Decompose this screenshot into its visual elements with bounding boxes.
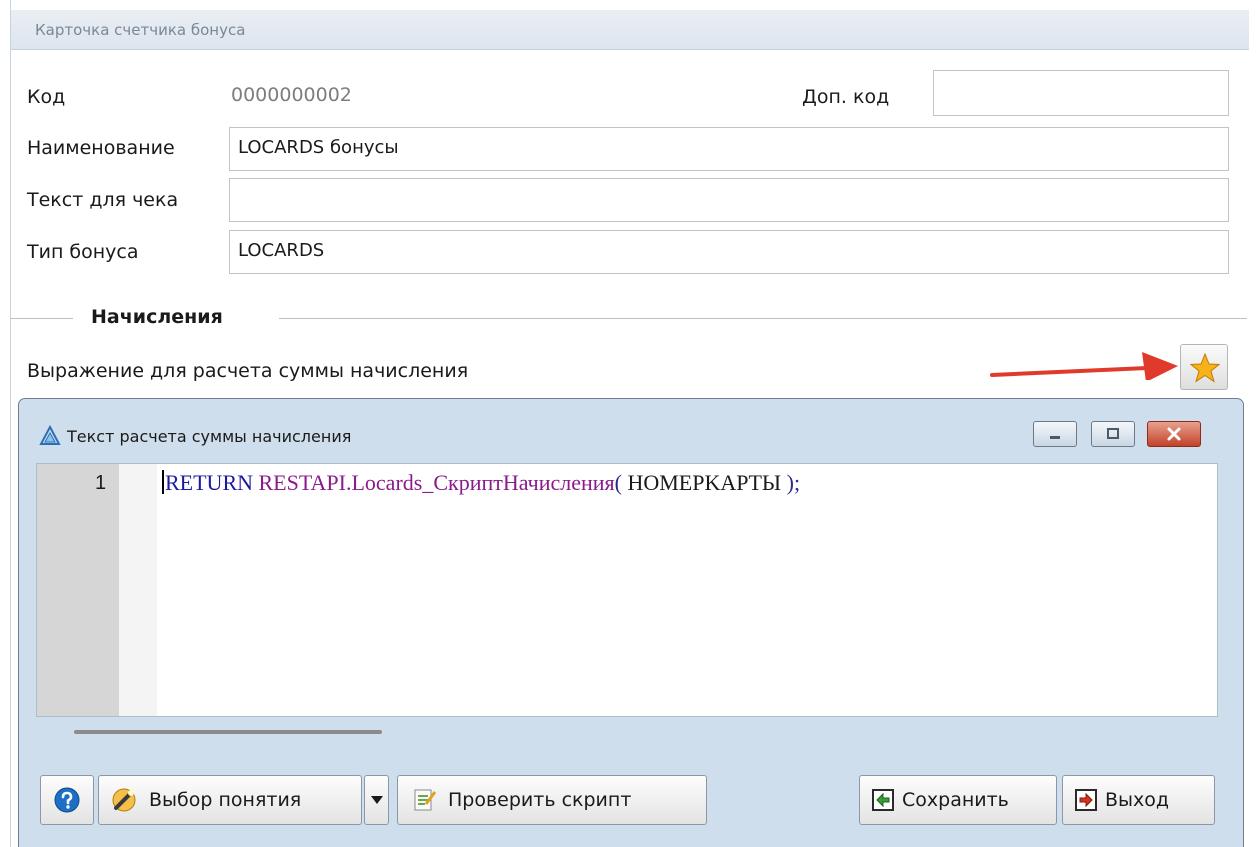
- text-caret: [162, 470, 164, 494]
- bonus-type-field[interactable]: LOCARDS: [229, 230, 1229, 274]
- expression-label: Выражение для расчета суммы начисления: [27, 360, 469, 382]
- select-concept-dropdown[interactable]: [364, 775, 389, 825]
- exit-label: Выход: [1105, 789, 1170, 811]
- chevron-down-icon: [371, 796, 383, 804]
- exit-icon: [1075, 789, 1097, 811]
- help-button[interactable]: [40, 775, 94, 825]
- dialog-title: Текст расчета суммы начисления: [67, 427, 352, 446]
- code-label: Код: [27, 86, 66, 108]
- annotation-arrow-icon: [990, 352, 1178, 380]
- bonus-type-label: Тип бонуса: [27, 241, 139, 263]
- name-label: Наименование: [27, 137, 175, 159]
- code-function: RESTAPI.Locards_СкриптНачисления: [258, 470, 615, 495]
- magic-wand-icon: [112, 788, 136, 812]
- exit-button[interactable]: Выход: [1062, 775, 1215, 825]
- close-icon: [1167, 427, 1181, 441]
- code-editor[interactable]: 1 RETURN RESTAPI.Locards_СкриптНачислени…: [36, 463, 1218, 717]
- section-divider-right: [279, 318, 1247, 319]
- receipt-text-label: Текст для чека: [27, 189, 179, 211]
- expression-edit-button[interactable]: [1180, 344, 1228, 390]
- code-open-paren: (: [614, 470, 622, 495]
- help-icon: [54, 787, 80, 813]
- save-label: Сохранить: [902, 789, 1009, 811]
- maximize-icon: [1107, 428, 1119, 439]
- select-concept-button[interactable]: Выбор понятия: [98, 775, 362, 825]
- save-button[interactable]: Сохранить: [859, 775, 1057, 825]
- code-line[interactable]: RETURN RESTAPI.Locards_СкриптНачисления(…: [162, 470, 800, 496]
- star-icon: [1190, 353, 1220, 383]
- minimize-button[interactable]: [1033, 421, 1077, 447]
- select-concept-label: Выбор понятия: [149, 789, 302, 811]
- extra-code-field[interactable]: [933, 70, 1229, 116]
- code-close: );: [786, 470, 801, 495]
- line-number: 1: [95, 472, 107, 494]
- section-divider-left: [11, 318, 73, 319]
- save-icon: [872, 789, 894, 811]
- minimize-icon: [1050, 436, 1060, 439]
- check-script-button[interactable]: Проверить скрипт: [397, 775, 707, 825]
- extra-code-label: Доп. код: [802, 86, 890, 108]
- accruals-section-title: Начисления: [91, 306, 223, 328]
- script-editor-dialog: Текст расчета суммы начисления 1 RETURN …: [18, 398, 1244, 847]
- code-value: 0000000002: [231, 84, 352, 106]
- line-number-gutter: [37, 464, 119, 716]
- main-title-bar: Карточка счетчика бонуса: [11, 10, 1249, 50]
- script-check-icon: [414, 789, 437, 811]
- horizontal-scrollbar[interactable]: [74, 730, 382, 734]
- main-window-title: Карточка счетчика бонуса: [35, 21, 246, 39]
- fold-margin: [119, 464, 157, 716]
- code-argument: HOMEPKAPTЫ: [627, 470, 782, 495]
- name-field[interactable]: LOCARDS бонусы: [229, 127, 1229, 171]
- check-script-label: Проверить скрипт: [448, 789, 632, 811]
- receipt-text-field[interactable]: [229, 178, 1229, 222]
- close-button[interactable]: [1147, 421, 1201, 447]
- app-logo-icon: [39, 425, 61, 445]
- maximize-button[interactable]: [1091, 421, 1135, 447]
- code-keyword: RETURN: [165, 470, 253, 495]
